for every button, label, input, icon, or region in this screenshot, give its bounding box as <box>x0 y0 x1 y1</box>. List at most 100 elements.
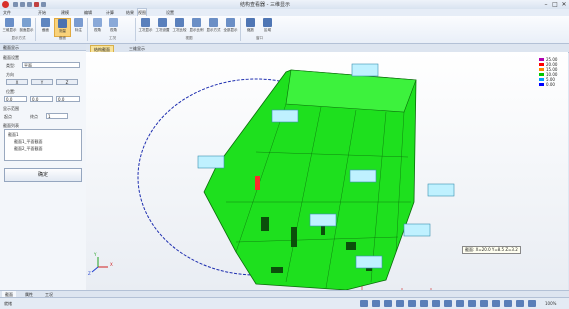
tool-icon[interactable] <box>408 300 416 307</box>
ribbon-group-label: 工况 <box>109 36 116 40</box>
menu-tab[interactable]: 文件 <box>3 9 11 16</box>
legend-swatch <box>539 78 544 81</box>
menu-tab[interactable]: 结果 <box>126 9 134 16</box>
status-bar: 就绪 100% <box>0 297 569 309</box>
tool-icon[interactable] <box>504 300 512 307</box>
print-icon[interactable] <box>34 2 39 7</box>
quick-access-dropdown-icon[interactable] <box>41 2 46 7</box>
minimize-button[interactable]: – <box>542 1 550 8</box>
ribbon-button[interactable]: 工况显示 <box>138 18 153 35</box>
ribbon-separator <box>87 18 88 41</box>
tool-icon[interactable] <box>372 300 380 307</box>
menu-tab[interactable]: 设置 <box>166 9 174 16</box>
legend-swatch <box>539 68 544 71</box>
tool-icon[interactable] <box>492 300 500 307</box>
position-x-field[interactable]: 0.0 <box>4 96 27 102</box>
position-y-field[interactable]: 0.0 <box>30 96 53 102</box>
ribbon-button[interactable]: 缩放 <box>243 18 258 35</box>
ok-button[interactable]: 确定 <box>4 168 82 182</box>
tool-icon[interactable] <box>444 300 452 307</box>
axis-y-button[interactable]: Y <box>31 79 53 85</box>
redo-icon[interactable] <box>27 2 32 7</box>
axis-x-button[interactable]: X <box>6 79 28 85</box>
range-label: 显示范围 <box>3 106 19 111</box>
zoom-icon <box>246 18 255 27</box>
section-view-icon <box>22 18 31 27</box>
ribbon-button[interactable]: 截面 <box>38 18 53 35</box>
ribbon-button[interactable]: 区域 <box>260 18 275 35</box>
axis-y-label: Y <box>94 252 97 257</box>
color-legend: 25.00 20.00 15.00 10.00 5.00 0.00 <box>539 58 567 88</box>
display-mode-icon <box>209 18 218 27</box>
type-label: 类型: <box>6 63 16 68</box>
ribbon-group-label: 截面 <box>59 36 66 40</box>
maximize-button[interactable]: □ <box>551 1 559 8</box>
loadcase-icon <box>141 18 150 27</box>
tool-icon[interactable] <box>480 300 488 307</box>
tree-item[interactable]: 截面1 <box>8 132 19 138</box>
ribbon-button-selected[interactable]: 测量 <box>54 18 71 37</box>
section-label: 截面设置 <box>3 55 19 60</box>
axis-label: 方向 <box>6 72 14 77</box>
app-logo-icon <box>2 1 9 8</box>
ribbon-separator <box>135 18 136 41</box>
ribbon-button[interactable]: 显示比例 <box>189 18 204 35</box>
legend-swatch <box>539 83 544 86</box>
ribbon-button[interactable]: 全部显示 <box>223 18 238 35</box>
doc-tab[interactable]: 三维显示 <box>126 45 148 52</box>
ribbon-button[interactable]: 视角 <box>106 18 121 35</box>
position-label: 位置: <box>6 89 16 94</box>
menu-tab[interactable]: 计算 <box>106 9 114 16</box>
close-button[interactable]: ✕ <box>560 1 568 8</box>
scale-icon <box>192 18 201 27</box>
tool-icon[interactable] <box>384 300 392 307</box>
ribbon-button[interactable]: 剖面显示 <box>19 18 34 35</box>
ribbon-button[interactable]: 工况比较 <box>172 18 187 35</box>
tool-icon[interactable] <box>528 300 536 307</box>
ribbon-button[interactable]: 三维显示 <box>2 18 17 35</box>
view-icon <box>109 18 118 27</box>
tooltip: 截面: X=20.0 Y=8.5 Z=3.2 <box>462 246 521 254</box>
tree-item[interactable]: 截面2_平面截面 <box>14 146 43 152</box>
status-text: 就绪 <box>4 301 12 306</box>
loadcase-settings-icon <box>158 18 167 27</box>
view-icon <box>93 18 102 27</box>
ribbon-group-label: 视图 <box>185 36 193 40</box>
axis-z-button[interactable]: Z <box>56 79 78 85</box>
ribbon-button[interactable]: 显示方式 <box>206 18 221 35</box>
zoom-level: 100% <box>545 301 557 306</box>
axis-z-label: Z <box>88 271 91 276</box>
menu-tab[interactable]: 建模 <box>61 9 69 16</box>
legend-swatch <box>539 58 544 61</box>
save-icon[interactable] <box>13 2 18 7</box>
window-title: 结构查看器 - 三维显示 <box>240 2 290 8</box>
ribbon-button[interactable]: 视角 <box>90 18 105 35</box>
3d-view-icon <box>5 18 14 27</box>
tool-icon[interactable] <box>360 300 368 307</box>
3d-viewport[interactable]: 25.00 20.00 15.00 10.00 5.00 0.00 截面: X=… <box>86 52 568 290</box>
tool-icon[interactable] <box>516 300 524 307</box>
model-canvas <box>91 63 455 290</box>
menu-tab[interactable]: 编辑 <box>84 9 92 16</box>
range-field[interactable]: 1 <box>46 113 68 119</box>
tree-item[interactable]: 截面1_平面截面 <box>14 139 43 145</box>
ribbon-button[interactable]: 工况设置 <box>155 18 170 35</box>
region-icon <box>263 18 272 27</box>
ribbon-separator <box>35 18 36 41</box>
ribbon-separator <box>240 18 241 41</box>
ribbon: 三维显示 剖面显示 截面 测量 标注 视角 视角 工况显示 工况设置 工况比较 … <box>0 16 569 44</box>
tool-icon[interactable] <box>420 300 428 307</box>
axis-x-label: X <box>110 262 113 267</box>
tool-icon[interactable] <box>468 300 476 307</box>
left-panel: 截面显示 截面设置 类型: 平面 方向 X Y Z 位置: 0.0 0.0 0.… <box>0 44 87 290</box>
tool-icon[interactable] <box>396 300 404 307</box>
position-z-field[interactable]: 0.0 <box>56 96 80 102</box>
type-select[interactable]: 平面 <box>22 62 80 68</box>
compare-icon <box>175 18 184 27</box>
undo-icon[interactable] <box>20 2 25 7</box>
tool-icon[interactable] <box>456 300 464 307</box>
ribbon-button[interactable]: 标注 <box>71 18 86 35</box>
menu-tab[interactable]: 开始 <box>38 9 46 16</box>
tool-icon[interactable] <box>432 300 440 307</box>
range-to-label: 终点 <box>30 114 38 119</box>
